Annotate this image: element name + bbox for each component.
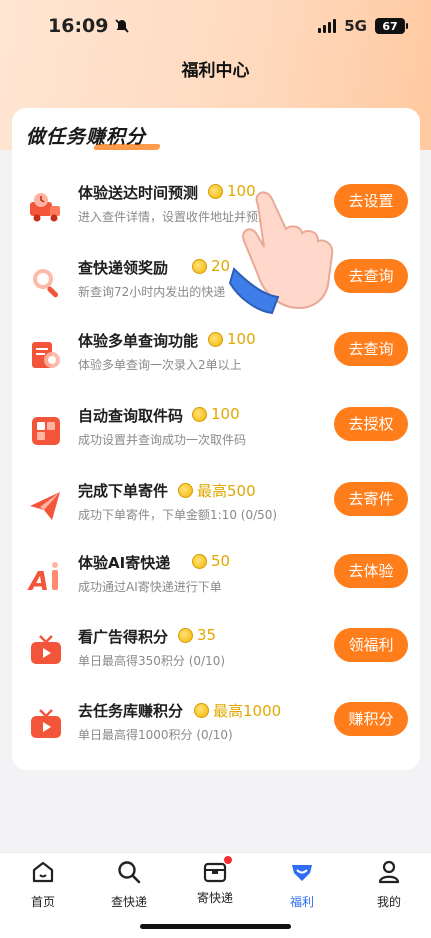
task-item: 体验送达时间预测 100 进入查件详情，设置收件地址并预测 去设置	[12, 178, 420, 238]
tab-send[interactable]: 寄快递	[185, 856, 245, 906]
task-item: 自动查询取件码 100 成功设置并查询成功一次取件码 去授权	[12, 401, 420, 461]
task-name: 体验AI寄快递	[78, 554, 171, 572]
task-reward-value: 35	[197, 626, 217, 644]
tv-icon	[31, 709, 61, 738]
task-desc: 单日最高得350积分 (0/10)	[78, 654, 226, 668]
document-search-icon	[32, 342, 60, 368]
coin-icon	[178, 483, 193, 498]
coin-icon	[194, 703, 209, 718]
status-time: 16:09	[48, 15, 109, 37]
task-desc: 新查询72小时内发出的快递	[78, 285, 226, 299]
task-reward: 最高500	[178, 480, 256, 501]
task-name: 体验送达时间预测	[78, 184, 199, 202]
status-bar: 16:09 5G 67	[0, 0, 431, 52]
coin-icon	[178, 627, 193, 643]
tab-label: 寄快递	[196, 891, 233, 905]
signal-icon	[318, 19, 337, 33]
task-reward: 最高1000	[194, 700, 281, 721]
task-reward: 20	[192, 257, 230, 275]
tab-track[interactable]: 查快递	[99, 859, 159, 910]
task-card: 做任务赚积分 体验送达时间预测 100 进入查件详情，设置收件地址并预测 去设置…	[12, 108, 420, 770]
task-item: A 体验AI寄快递 50 成功通过AI寄快递进行下单 去体验	[12, 548, 420, 608]
battery-icon: 67	[375, 18, 408, 34]
tab-welfare[interactable]: 福利	[272, 859, 332, 910]
task-action-button[interactable]: 去授权	[334, 407, 408, 441]
gift-icon	[292, 865, 312, 881]
user-icon	[378, 860, 400, 884]
task-reward: 100	[192, 405, 240, 423]
tab-label: 查快递	[110, 895, 147, 909]
magnifier-icon	[33, 269, 59, 298]
box-icon	[202, 856, 232, 885]
coin-icon	[208, 331, 223, 347]
pointing-hand-icon	[228, 191, 334, 315]
task-item: 去任务库赚积分 最高1000 单日最高得1000积分 (0/10) 赚积分	[12, 696, 420, 756]
task-reward-value: 最高1000	[213, 702, 282, 720]
task-name: 完成下单寄件	[78, 482, 169, 500]
task-action-button[interactable]: 去寄件	[334, 482, 408, 516]
task-reward-value: 100	[211, 405, 240, 423]
tab-label: 我的	[376, 895, 401, 909]
home-icon	[32, 861, 54, 883]
task-item: 完成下单寄件 最高500 成功下单寄件，下单金额1:10 (0/50) 去寄件	[12, 476, 420, 536]
task-action-button[interactable]: 赚积分	[334, 702, 408, 736]
task-reward: 100	[208, 330, 256, 348]
task-desc: 成功通过AI寄快递进行下单	[78, 580, 222, 594]
task-reward-value: 100	[227, 330, 256, 348]
coin-icon	[192, 258, 207, 274]
section-title: 做任务赚积分	[26, 126, 147, 148]
task-reward-value: 50	[211, 552, 231, 570]
paper-plane-icon	[30, 492, 60, 520]
task-item: 查快递领奖励 20 新查询72小时内发出的快递 去查询	[12, 253, 420, 313]
svg-text:A: A	[27, 567, 49, 597]
task-desc: 单日最高得1000积分 (0/10)	[78, 728, 233, 742]
task-desc: 成功设置并查询成功一次取件码	[78, 433, 247, 447]
battery-level: 67	[382, 19, 398, 33]
task-item: 看广告得积分 35 单日最高得350积分 (0/10) 领福利	[12, 622, 420, 682]
task-reward-value: 最高500	[197, 482, 256, 500]
task-name: 去任务库赚积分	[78, 702, 184, 720]
tab-home[interactable]: 首页	[13, 859, 73, 910]
task-action-button[interactable]: 领福利	[334, 628, 408, 662]
tv-icon	[31, 635, 61, 664]
task-reward: 35	[178, 626, 216, 644]
coin-icon	[192, 406, 207, 422]
task-item: 体验多单查询功能 100 体验多单查询一次录入2单以上 去查询	[12, 326, 420, 386]
tab-label: 首页	[30, 895, 55, 909]
bell-muted-icon	[115, 19, 130, 33]
task-desc: 体验多单查询一次录入2单以上	[78, 358, 242, 372]
coin-icon	[192, 553, 207, 569]
truck-clock-icon	[30, 193, 60, 222]
tab-label: 福利	[289, 895, 314, 909]
page-title: 福利中心	[181, 61, 250, 81]
code-grid-icon	[32, 417, 60, 445]
task-action-button[interactable]: 去体验	[334, 554, 408, 588]
task-desc: 成功下单寄件，下单金额1:10 (0/50)	[78, 508, 278, 522]
notification-dot	[224, 856, 232, 864]
task-name: 看广告得积分	[78, 628, 169, 646]
ai-icon: A	[27, 562, 58, 597]
task-reward: 50	[192, 552, 230, 570]
task-name: 自动查询取件码	[78, 407, 184, 425]
task-action-button[interactable]: 去查询	[334, 332, 408, 366]
home-indicator	[140, 924, 291, 929]
coin-icon	[208, 183, 223, 199]
task-name: 体验多单查询功能	[78, 332, 199, 350]
tab-mine[interactable]: 我的	[359, 859, 419, 910]
search-icon	[118, 861, 141, 884]
task-name: 查快递领奖励	[78, 259, 169, 277]
network-label: 5G	[344, 17, 367, 35]
